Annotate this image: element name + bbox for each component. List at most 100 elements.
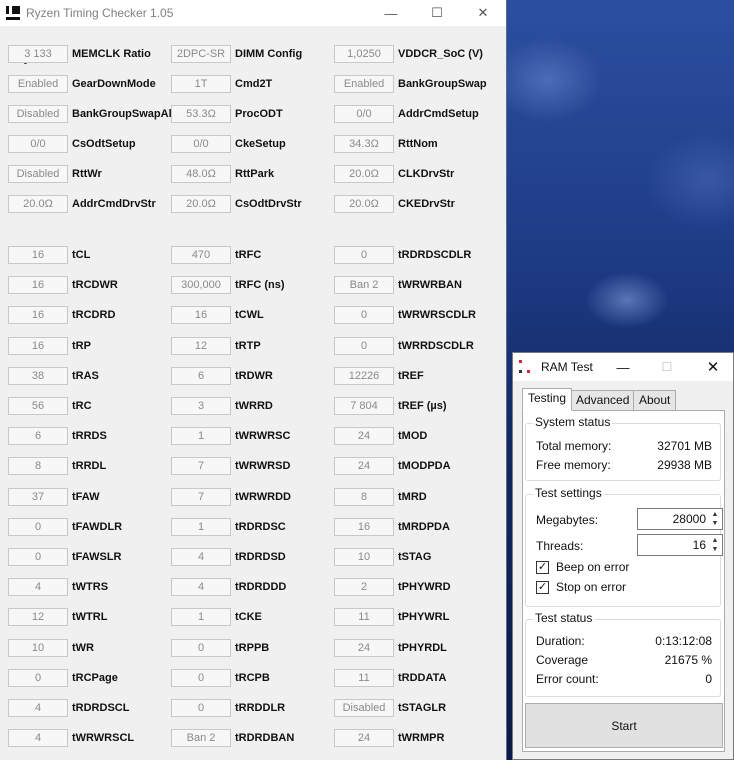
- param-value-field: 20.0Ω: [334, 195, 394, 213]
- param-value-field: 8: [8, 457, 68, 475]
- ram-test-close-button[interactable]: ✕: [701, 355, 725, 379]
- title-bar[interactable]: Ryzen Timing Checker 1.05 — ☐ ✕: [0, 0, 506, 26]
- param-value-field: 10: [334, 548, 394, 566]
- param-label: AddrCmdSetup: [398, 108, 479, 120]
- stop-on-error-checkbox[interactable]: ✓: [536, 581, 549, 594]
- param-label: MEMCLK Ratio: [72, 48, 151, 60]
- param-label: tRDWR: [235, 370, 273, 382]
- stepper-down-icon[interactable]: ▼: [709, 545, 721, 554]
- param-label: CLKDrvStr: [398, 168, 455, 180]
- param-label: tRFC (ns): [235, 279, 285, 291]
- test-settings-group: Test settings Megabytes: 28000 ▲ ▼ Threa…: [525, 486, 723, 607]
- megabytes-label: Megabytes:: [536, 513, 599, 527]
- ram-test-minimize-button[interactable]: —: [611, 355, 635, 379]
- param-label: tWRRDSCDLR: [398, 340, 474, 352]
- param-value-field: 12226: [334, 367, 394, 385]
- param-label: tWRWRBAN: [398, 279, 462, 291]
- param-value-field: 48.0Ω: [171, 165, 231, 183]
- param-value-field: 1: [171, 608, 231, 626]
- param-label: tWRRD: [235, 400, 273, 412]
- param-value-field: 0: [171, 669, 231, 687]
- beep-on-error-checkbox[interactable]: ✓: [536, 561, 549, 574]
- beep-on-error-label[interactable]: Beep on error: [556, 560, 629, 574]
- megabytes-value[interactable]: 28000: [673, 512, 706, 526]
- threads-stepper[interactable]: 16 ▲ ▼: [637, 534, 723, 556]
- param-label: VDDCR_SoC (V): [398, 48, 483, 60]
- start-button[interactable]: Start: [525, 703, 723, 748]
- param-value-field: 24: [334, 729, 394, 747]
- param-value-field: 1: [171, 427, 231, 445]
- param-label: tRCDRD: [72, 309, 116, 321]
- tab-testing[interactable]: Testing: [522, 388, 573, 411]
- threads-value[interactable]: 16: [693, 538, 706, 552]
- stepper-up-icon[interactable]: ▲: [709, 536, 721, 545]
- minimize-icon: —: [616, 359, 630, 375]
- param-value-field: 24: [334, 639, 394, 657]
- param-label: Cmd2T: [235, 78, 273, 90]
- param-value-field: 56: [8, 397, 68, 415]
- param-value-field: 4: [8, 729, 68, 747]
- error-count-label: Error count:: [536, 672, 599, 686]
- stop-on-error-label[interactable]: Stop on error: [556, 580, 626, 594]
- param-value-field: 11: [334, 608, 394, 626]
- param-value-field: Ban 2: [171, 729, 231, 747]
- close-icon: ✕: [706, 359, 720, 376]
- param-value-field: 10: [8, 639, 68, 657]
- tab-advanced[interactable]: Advanced: [570, 390, 636, 411]
- param-value-field: 1: [171, 518, 231, 536]
- ram-test-window: RAM Test — ☐ ✕ Testing Advanced About Sy…: [512, 352, 734, 760]
- param-label: tMOD: [398, 430, 428, 442]
- param-label: tRDRDSCL: [72, 702, 130, 714]
- param-value-field: 16: [334, 518, 394, 536]
- param-value-field: 6: [171, 367, 231, 385]
- window-title: Ryzen Timing Checker 1.05: [26, 6, 174, 20]
- param-label: tRDDATA: [398, 672, 447, 684]
- param-value-field: Ban 2: [334, 276, 394, 294]
- param-label: tWTRL: [72, 611, 108, 623]
- param-value-field: 300,000: [171, 276, 231, 294]
- param-value-field: 20.0Ω: [334, 165, 394, 183]
- ryzen-timing-checker-window: Ryzen Timing Checker 1.05 — ☐ ✕ 3 133 MEM…: [0, 0, 506, 760]
- close-icon: ✕: [477, 5, 489, 20]
- param-label: tRCDWR: [72, 279, 118, 291]
- window-border: [506, 0, 507, 760]
- param-value-field: 0: [8, 548, 68, 566]
- param-label: tWRWRSD: [235, 460, 291, 472]
- param-label: CsOdtSetup: [72, 138, 136, 150]
- param-value-field: 0: [334, 246, 394, 264]
- param-value-field: 24: [334, 427, 394, 445]
- error-count-value: 0: [705, 672, 712, 686]
- param-label: CKEDrvStr: [398, 198, 455, 210]
- param-value-field: 6: [8, 427, 68, 445]
- stepper-up-icon[interactable]: ▲: [709, 510, 721, 519]
- tab-about[interactable]: About: [633, 390, 677, 411]
- ram-test-app-icon: [519, 360, 531, 374]
- megabytes-stepper[interactable]: 28000 ▲ ▼: [637, 508, 723, 530]
- duration-value: 0:13:12:08: [655, 634, 712, 648]
- param-label: RttPark: [235, 168, 275, 180]
- app-icon: [6, 6, 20, 20]
- param-label: tPHYWRL: [398, 611, 450, 623]
- ram-test-maximize-button[interactable]: ☐: [655, 355, 679, 379]
- param-value-field: 4: [171, 578, 231, 596]
- maximize-button[interactable]: ☐: [414, 0, 460, 26]
- param-value-field: 470: [171, 246, 231, 264]
- system-status-title: System status: [533, 415, 613, 429]
- param-value-field: 37: [8, 488, 68, 506]
- test-status-group: Test status Duration: 0:13:12:08 Coverag…: [525, 611, 721, 697]
- coverage-label: Coverage: [536, 653, 589, 667]
- param-label: tWRWRSCL: [72, 732, 135, 744]
- param-label: tRC: [72, 400, 92, 412]
- param-value-field: 1,0250: [334, 45, 394, 63]
- param-value-field: 0: [8, 669, 68, 687]
- stepper-down-icon[interactable]: ▼: [709, 519, 721, 528]
- param-label: tFAWDLR: [72, 521, 123, 533]
- param-label: tWRWRDD: [235, 491, 292, 503]
- close-button[interactable]: ✕: [460, 0, 506, 26]
- test-settings-title: Test settings: [533, 486, 604, 500]
- ram-test-title-bar[interactable]: RAM Test — ☐ ✕: [513, 353, 733, 381]
- minimize-button[interactable]: —: [368, 0, 414, 26]
- param-label: tMODPDA: [398, 460, 451, 472]
- param-value-field: 0: [8, 518, 68, 536]
- param-label: BankGroupSwapAlt: [72, 108, 176, 120]
